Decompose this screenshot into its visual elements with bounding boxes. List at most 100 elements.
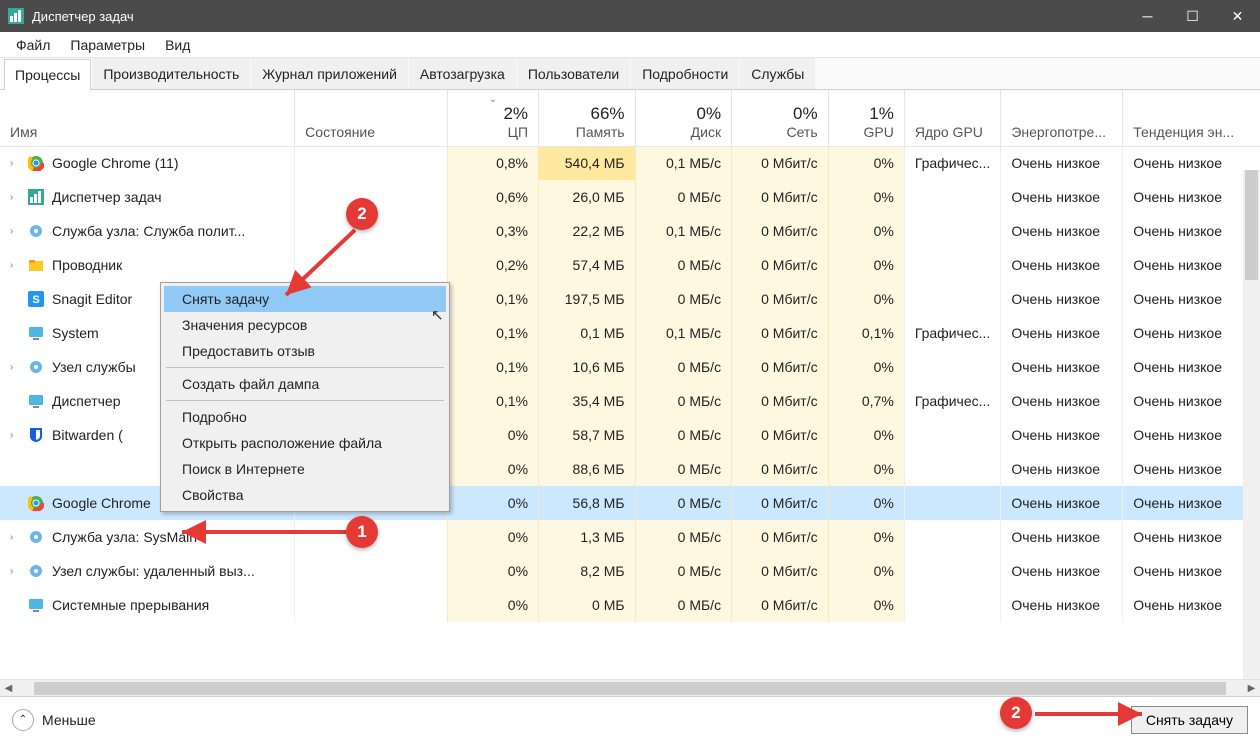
expand-icon[interactable]: › [10, 566, 20, 577]
cell-gpu-engine [904, 452, 1001, 486]
expand-icon[interactable]: › [10, 532, 20, 543]
table-row[interactable]: › Google Chrome (11) 0,8% 540,4 МБ 0,1 М… [0, 146, 1260, 180]
cell-gpu-engine [904, 350, 1001, 384]
col-memory[interactable]: 66%Память [539, 90, 636, 146]
tab-4[interactable]: Пользователи [517, 58, 630, 89]
process-name: Системные прерывания [52, 597, 209, 613]
cell-disk: 0 МБ/с [635, 282, 732, 316]
cell-power: Очень низкое [1001, 180, 1123, 214]
context-menu-item[interactable]: Значения ресурсов [164, 312, 446, 338]
horizontal-scrollbar[interactable]: ◀▶ [0, 679, 1260, 696]
tab-3[interactable]: Автозагрузка [409, 58, 516, 89]
table-row[interactable]: › Служба узла: SysMain 0% 1,3 МБ 0 МБ/с … [0, 520, 1260, 554]
cell-power: Очень низкое [1001, 452, 1123, 486]
table-row[interactable]: › Диспетчер задач 0,6% 26,0 МБ 0 МБ/с 0 … [0, 180, 1260, 214]
cell-network: 0 Мбит/с [732, 384, 829, 418]
menu-file[interactable]: Файл [6, 34, 60, 56]
cell-gpu-engine [904, 554, 1001, 588]
close-button[interactable]: ✕ [1215, 0, 1260, 32]
context-menu-item[interactable]: Открыть расположение файла [164, 430, 446, 456]
context-menu-item[interactable]: Поиск в Интернете [164, 456, 446, 482]
col-cpu[interactable]: ⌄2%ЦП [447, 90, 538, 146]
cell-power-trend: Очень низкое [1123, 282, 1260, 316]
cell-power-trend: Очень низкое [1123, 180, 1260, 214]
col-disk[interactable]: 0%Диск [635, 90, 732, 146]
col-power[interactable]: Энергопотре... [1001, 90, 1123, 146]
tab-6[interactable]: Службы [740, 58, 815, 89]
expand-icon[interactable]: › [10, 362, 20, 373]
context-menu-item[interactable]: Предоставить отзыв [164, 338, 446, 364]
cell-disk: 0 МБ/с [635, 486, 732, 520]
cell-memory: 58,7 МБ [539, 418, 636, 452]
process-icon: S [28, 291, 44, 307]
context-menu-item[interactable]: Подробно [164, 404, 446, 430]
cell-disk: 0 МБ/с [635, 554, 732, 588]
cell-network: 0 Мбит/с [732, 418, 829, 452]
tab-1[interactable]: Производительность [92, 58, 250, 89]
expand-icon[interactable]: › [10, 260, 20, 271]
context-menu-item[interactable]: Создать файл дампа [164, 371, 446, 397]
cell-network: 0 Мбит/с [732, 180, 829, 214]
cell-gpu-engine: Графичес... [904, 146, 1001, 180]
col-name[interactable]: Имя [0, 90, 295, 146]
cell-gpu: 0% [828, 486, 904, 520]
cell-gpu-engine [904, 520, 1001, 554]
context-menu-item[interactable]: Свойства [164, 482, 446, 508]
cell-gpu-engine [904, 180, 1001, 214]
tab-5[interactable]: Подробности [631, 58, 739, 89]
col-gpu[interactable]: 1%GPU [828, 90, 904, 146]
cell-power: Очень низкое [1001, 384, 1123, 418]
cell-memory: 56,8 МБ [539, 486, 636, 520]
cell-network: 0 Мбит/с [732, 146, 829, 180]
fewer-details-button[interactable]: ⌃ Меньше [12, 709, 96, 731]
cell-memory: 0,1 МБ [539, 316, 636, 350]
maximize-button[interactable]: ☐ [1170, 0, 1215, 32]
annotation-marker-2b: 2 [1000, 697, 1032, 729]
col-network[interactable]: 0%Сеть [732, 90, 829, 146]
col-status[interactable]: Состояние [295, 90, 447, 146]
col-power-trend[interactable]: Тенденция эн... [1123, 90, 1260, 146]
cell-memory: 26,0 МБ [539, 180, 636, 214]
cell-cpu: 0,6% [447, 180, 538, 214]
cell-power: Очень низкое [1001, 588, 1123, 622]
process-icon [28, 189, 44, 205]
vertical-scrollbar[interactable] [1243, 170, 1260, 679]
table-row[interactable]: › Проводник 0,2% 57,4 МБ 0 МБ/с 0 Мбит/с… [0, 248, 1260, 282]
cell-cpu: 0% [447, 588, 538, 622]
expand-icon[interactable]: › [10, 430, 20, 441]
menu-view[interactable]: Вид [155, 34, 200, 56]
svg-text:S: S [32, 294, 39, 306]
col-gpu-engine[interactable]: Ядро GPU [904, 90, 1001, 146]
cell-gpu: 0,1% [828, 316, 904, 350]
process-name: Узел службы [52, 359, 136, 375]
table-row[interactable]: › Служба узла: Служба полит... 0,3% 22,2… [0, 214, 1260, 248]
table-row[interactable]: › Узел службы: удаленный выз... 0% 8,2 М… [0, 554, 1260, 588]
tab-2[interactable]: Журнал приложений [251, 58, 408, 89]
cell-gpu-engine: Графичес... [904, 384, 1001, 418]
end-task-button[interactable]: Снять задачу [1131, 706, 1248, 734]
expand-icon[interactable]: › [10, 192, 20, 203]
table-row[interactable]: Системные прерывания 0% 0 МБ 0 МБ/с 0 Мб… [0, 588, 1260, 622]
cell-network: 0 Мбит/с [732, 452, 829, 486]
process-name: System [52, 325, 99, 341]
window-title: Диспетчер задач [32, 9, 1125, 24]
titlebar: Диспетчер задач ─ ☐ ✕ [0, 0, 1260, 32]
cell-power: Очень низкое [1001, 214, 1123, 248]
menubar: Файл Параметры Вид [0, 32, 1260, 58]
tab-0[interactable]: Процессы [4, 59, 91, 90]
cell-memory: 10,6 МБ [539, 350, 636, 384]
minimize-button[interactable]: ─ [1125, 0, 1170, 32]
menu-options[interactable]: Параметры [60, 34, 155, 56]
cell-power-trend: Очень низкое [1123, 418, 1260, 452]
process-name: Узел службы: удаленный выз... [52, 563, 255, 579]
cell-gpu-engine [904, 588, 1001, 622]
cell-memory: 540,4 МБ [539, 146, 636, 180]
footer: ⌃ Меньше Снять задачу [0, 696, 1260, 742]
cell-power-trend: Очень низкое [1123, 248, 1260, 282]
cell-network: 0 Мбит/с [732, 350, 829, 384]
cell-gpu: 0% [828, 452, 904, 486]
context-menu-item[interactable]: Снять задачу [164, 286, 446, 312]
expand-icon[interactable]: › [10, 226, 20, 237]
expand-icon[interactable]: › [10, 158, 20, 169]
cell-gpu-engine [904, 486, 1001, 520]
